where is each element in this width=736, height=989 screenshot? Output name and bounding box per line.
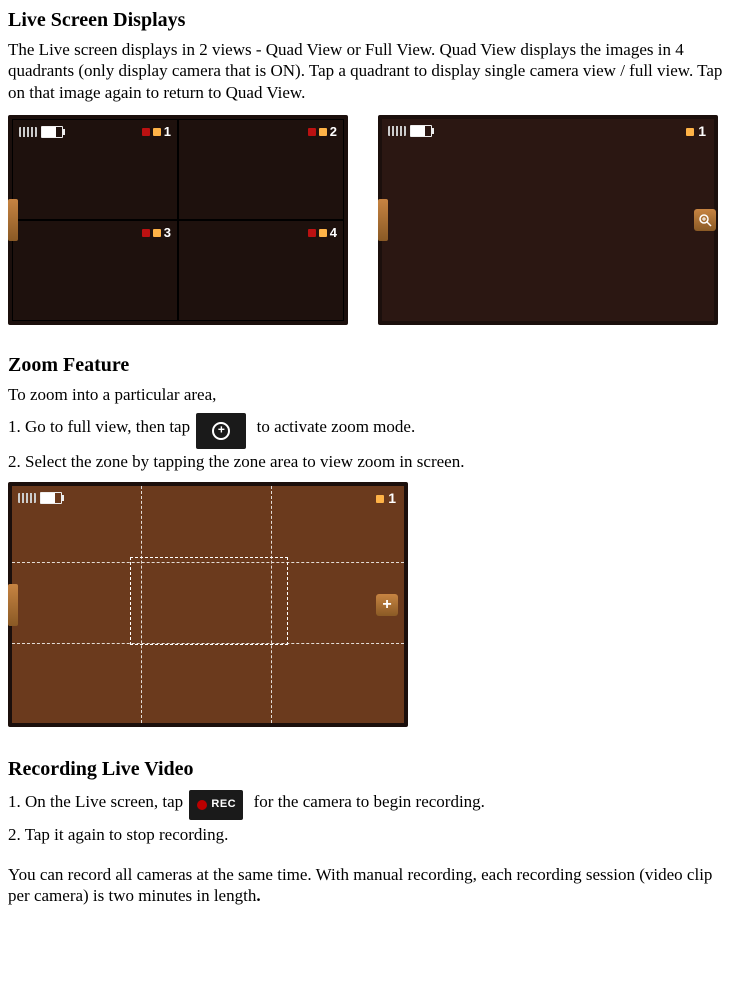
quad-grid: 1 2 3 4 [12, 119, 344, 321]
magnify-plus-icon [698, 213, 712, 227]
zoom-step-2: 2. Select the zone by tapping the zone a… [8, 451, 728, 472]
recording-step-2: 2. Tap it again to stop recording. [8, 824, 728, 845]
camera-number: 4 [330, 225, 337, 241]
record-dot-icon [308, 128, 316, 136]
zoom-step-1a: 1. Go to full view, then tap [8, 417, 190, 436]
battery-icon [40, 492, 62, 504]
camera-label-zoom: 1 [376, 490, 396, 508]
figure-full-view: 1 [378, 115, 718, 325]
side-tab-left[interactable] [8, 584, 18, 626]
status-bar [18, 492, 62, 504]
camera-label-3: 3 [142, 225, 171, 241]
camera-status-icon [153, 229, 161, 237]
recording-step-1: 1. On the Live screen, tap for the camer… [8, 790, 728, 816]
status-bar [19, 126, 63, 138]
side-tab-left[interactable] [8, 199, 18, 241]
quad-cell-1[interactable]: 1 [12, 119, 178, 220]
quad-cell-2[interactable]: 2 [178, 119, 344, 220]
camera-label-1: 1 [142, 124, 171, 140]
figure-zoom-view: 1 + [8, 482, 408, 727]
camera-status-icon [319, 128, 327, 136]
camera-number: 2 [330, 124, 337, 140]
record-dot-icon [142, 128, 150, 136]
camera-number: 1 [388, 490, 396, 508]
zoom-step-1: 1. Go to full view, then tap to activate… [8, 413, 728, 443]
recording-note-text: You can record all cameras at the same t… [8, 865, 712, 905]
camera-number: 1 [698, 123, 706, 141]
camera-status-icon [153, 128, 161, 136]
section-heading-recording: Recording Live Video [8, 757, 728, 782]
camera-status-icon [686, 128, 694, 136]
rec-icon [189, 790, 243, 820]
camera-label-full: 1 [686, 123, 706, 141]
recording-note-period: . [256, 886, 260, 905]
camera-number: 3 [164, 225, 171, 241]
recording-step-1a: 1. On the Live screen, tap [8, 792, 187, 811]
recording-step-1b: for the camera to begin recording. [254, 792, 485, 811]
zoom-button[interactable] [694, 209, 716, 231]
signal-icon [388, 126, 406, 136]
magnify-plus-icon [196, 413, 246, 449]
section-heading-live-screen: Live Screen Displays [8, 8, 728, 33]
quad-cell-4[interactable]: 4 [178, 220, 344, 321]
zoom-plus-button[interactable]: + [376, 594, 398, 616]
battery-icon [41, 126, 63, 138]
section-body-live-screen: The Live screen displays in 2 views - Qu… [8, 39, 728, 103]
record-dot-icon [142, 229, 150, 237]
figure-quad-view: 1 2 3 4 [8, 115, 348, 325]
camera-status-icon [319, 229, 327, 237]
signal-icon [19, 127, 37, 137]
section-heading-zoom: Zoom Feature [8, 353, 728, 378]
battery-icon [410, 125, 432, 137]
figures-row: 1 2 3 4 [8, 115, 728, 325]
full-view-area[interactable]: 1 [382, 119, 714, 321]
zoom-intro: To zoom into a particular area, [8, 384, 728, 405]
status-bar [388, 125, 432, 137]
recording-note: You can record all cameras at the same t… [8, 864, 728, 907]
camera-label-4: 4 [308, 225, 337, 241]
signal-icon [18, 493, 36, 503]
camera-label-2: 2 [308, 124, 337, 140]
quad-cell-3[interactable]: 3 [12, 220, 178, 321]
camera-status-icon [376, 495, 384, 503]
zoom-selection-box[interactable] [130, 557, 289, 644]
zoom-step-1b: to activate zoom mode. [257, 417, 416, 436]
zoom-area[interactable]: 1 + [12, 486, 404, 723]
side-tab-left[interactable] [378, 199, 388, 241]
record-dot-icon [308, 229, 316, 237]
camera-number: 1 [164, 124, 171, 140]
